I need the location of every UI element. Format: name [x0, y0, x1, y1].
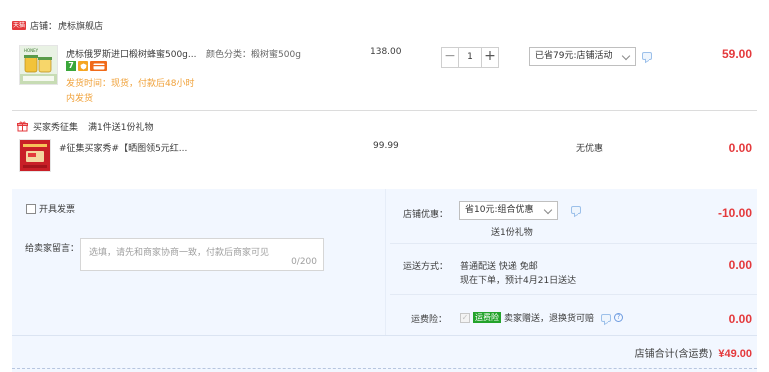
unit-price: 138.00: [370, 47, 402, 57]
panel-divider: [390, 243, 757, 244]
gift-icon: [17, 121, 28, 132]
store-total-label: 店铺合计(含运费): [634, 349, 713, 360]
chat-bubble-icon[interactable]: [571, 206, 581, 214]
store-discount-note: 送1份礼物: [491, 228, 533, 238]
delivery-label: 运送方式：: [403, 262, 449, 272]
chevron-down-icon: [621, 51, 631, 61]
promo-select-value: 已省79元:店铺活动: [535, 51, 613, 61]
store-discount-value: -10.00: [717, 206, 752, 220]
item-divider: [12, 110, 757, 111]
message-counter: 0/200: [291, 257, 317, 267]
gift-section-header: 买家秀征集 满1件送1份礼物: [17, 120, 153, 133]
store-label: 店铺：: [30, 21, 58, 32]
product-badges: 7: [66, 61, 107, 71]
delivery-value: 0.00: [728, 258, 752, 272]
honey-product-image: HONEY: [20, 46, 57, 84]
invoice-checkbox[interactable]: [26, 203, 36, 214]
insurance-text: 卖家赠送，退换货可赔: [504, 314, 595, 324]
delivery-line2: 现在下单，预计4月21日送达: [460, 276, 577, 286]
message-placeholder: 选填，请先和商家协商一致，付款后商家可见: [89, 248, 270, 258]
store-header: 天猫 店铺： 虎标旗舰店: [12, 18, 103, 32]
total-divider: [12, 335, 757, 336]
product-thumbnail[interactable]: HONEY: [19, 45, 58, 85]
gift-thumbnail[interactable]: [19, 139, 51, 172]
panel-divider: [390, 294, 757, 295]
item-subtotal: 59.00: [721, 47, 752, 61]
gift-subtotal: 0.00: [728, 141, 752, 155]
gift-section-title: 买家秀征集: [33, 123, 79, 133]
quantity-stepper: − 1 +: [441, 47, 499, 68]
tmall-store-icon: 天猫: [12, 20, 27, 30]
gift-unit-price: 99.99: [373, 141, 399, 151]
gift-section-subtitle: 满1件送1份礼物: [88, 123, 154, 133]
store-discount-select-value: 省10元:组合优惠: [465, 205, 534, 215]
chevron-down-icon: [543, 205, 553, 215]
insurance-value: 0.00: [728, 312, 752, 326]
insurance-option: ✓ 运费险 卖家赠送，退换货可赔 ?: [460, 311, 624, 324]
chat-bubble-icon[interactable]: [642, 52, 652, 60]
seller-message-input[interactable]: 选填，请先和商家协商一致，付款后商家可见 0/200: [80, 238, 324, 271]
insurance-label: 运费险：: [411, 315, 448, 325]
store-name-link[interactable]: 虎标旗舰店: [58, 19, 103, 32]
invoice-option[interactable]: 开具发票: [26, 202, 75, 215]
guarantee-icon: [78, 61, 88, 71]
spec-label: 颜色分类：: [206, 50, 252, 60]
store-discount-select[interactable]: 省10元:组合优惠: [459, 201, 558, 220]
help-icon[interactable]: ?: [614, 313, 624, 322]
insurance-checkbox: ✓: [460, 312, 470, 323]
product-title-link[interactable]: 虎标俄罗斯进口椴树蜂蜜500g...: [66, 47, 201, 60]
right-column-divider: [385, 189, 386, 335]
seven-day-return-icon: 7: [66, 61, 76, 71]
bottom-dashed-border: [12, 368, 757, 369]
quantity-input[interactable]: 1: [459, 48, 481, 67]
delivery-line1: 普通配送 快递 免邮: [460, 262, 538, 272]
ship-time-line2: 内发货: [66, 94, 94, 104]
gift-discount: 无优惠: [576, 144, 604, 154]
svg-text:HONEY: HONEY: [24, 48, 39, 53]
credit-card-icon: [90, 61, 107, 71]
spec-value: 椴树蜜500g: [251, 50, 301, 60]
insurance-badge: 运费险: [473, 312, 501, 323]
chat-bubble-icon[interactable]: [601, 313, 612, 322]
red-packet-image: [20, 140, 50, 171]
decrease-quantity-button[interactable]: −: [442, 48, 459, 67]
store-total: 店铺合计(含运费) ¥49.00: [560, 345, 752, 360]
promo-select[interactable]: 已省79元:店铺活动: [529, 47, 636, 66]
increase-quantity-button[interactable]: +: [481, 48, 498, 67]
message-label: 给卖家留言：: [25, 244, 80, 254]
spec-info: 颜色分类：椴树蜜500g: [206, 47, 301, 60]
gift-title-link[interactable]: #征集买家秀#【晒图领5元红...: [59, 141, 187, 154]
store-discount-label: 店铺优惠：: [403, 210, 449, 220]
store-total-value: ¥49.00: [718, 348, 752, 360]
invoice-label: 开具发票: [39, 205, 76, 215]
ship-time-line1: 发货时间：现货，付款后48小时: [66, 79, 195, 89]
